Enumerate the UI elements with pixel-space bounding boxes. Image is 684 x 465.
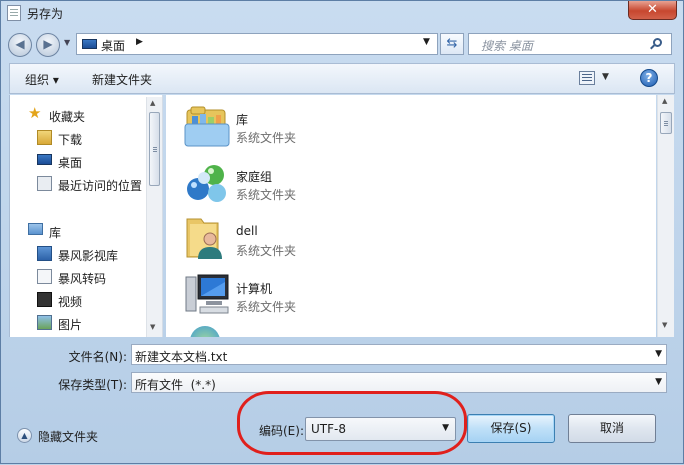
downloads-folder-icon xyxy=(37,130,52,145)
file-type-select[interactable]: 所有文件 (*.*) ▼ xyxy=(131,372,667,393)
recent-locations-dropdown[interactable]: ▼ xyxy=(64,38,70,47)
sidebar-scrollbar[interactable]: ▲ ▼ xyxy=(146,97,162,337)
forward-arrow-icon: ▶ xyxy=(43,37,53,51)
filename-input[interactable]: 新建文本文档.txt ▼ xyxy=(131,344,667,365)
filename-value: 新建文本文档.txt xyxy=(135,350,228,364)
computer-icon xyxy=(185,274,229,314)
toolbar: 组织 ▾ 新建文件夹 ▼ ? xyxy=(9,63,675,94)
navigation-pane: ★ 收藏夹 下载 桌面 最近访问的位置 库 暴风影视库 暴风转码 视频 图片 xyxy=(9,95,163,337)
help-icon[interactable]: ? xyxy=(640,69,658,87)
file-name: 库 xyxy=(236,113,249,127)
encoding-value: UTF-8 xyxy=(311,422,346,436)
search-input[interactable]: 搜索 桌面 xyxy=(468,33,672,55)
scroll-up-icon[interactable]: ▲ xyxy=(150,99,155,107)
sidebar-header-favorites: 收藏夹 xyxy=(49,110,86,124)
file-list: 库 系统文件夹 家庭组 系统文件夹 dell 系统文件夹 计算机 系统文件夹 xyxy=(166,95,656,337)
sidebar-item-label: 图片 xyxy=(58,318,83,332)
star-icon: ★ xyxy=(28,104,42,122)
user-folder-icon xyxy=(186,218,222,259)
file-type-value: 所有文件 (*.*) xyxy=(135,378,216,392)
file-item-dell[interactable]: dell 系统文件夹 xyxy=(166,213,646,265)
save-button[interactable]: 保存(S) xyxy=(467,414,555,443)
file-name: 家庭组 xyxy=(236,170,273,184)
breadcrumb-arrow-icon[interactable]: ▶ xyxy=(136,37,143,47)
sidebar-item-label: 暴风影视库 xyxy=(58,249,119,263)
notepad-icon xyxy=(7,5,21,21)
sidebar-item-label: 下载 xyxy=(58,133,83,147)
file-item-library[interactable]: 库 系统文件夹 xyxy=(166,100,646,152)
sidebar-item-label: 最近访问的位置 xyxy=(58,179,143,193)
file-type: 系统文件夹 xyxy=(236,188,297,202)
collapse-up-icon: ▲ xyxy=(17,428,32,443)
file-list-scrollbar[interactable]: ▲ ▼ xyxy=(657,95,674,337)
file-item-computer[interactable]: 计算机 系统文件夹 xyxy=(166,269,646,321)
sidebar-item-label: 暴风转码 xyxy=(58,272,107,286)
refresh-button[interactable]: ⇆ xyxy=(440,33,464,55)
sidebar-item-label: 视频 xyxy=(58,295,83,309)
scroll-down-icon[interactable]: ▼ xyxy=(150,323,155,331)
back-arrow-icon: ◀ xyxy=(15,37,25,51)
encoding-label: 编码(E): xyxy=(259,424,304,438)
save-as-dialog: 另存为 ✕ ◀ ▶ ▼ 桌面 ▶ ▼ ⇆ 搜索 桌面 组织 ▾ 新建文件夹 ▼ … xyxy=(0,0,684,464)
scroll-up-icon[interactable]: ▲ xyxy=(662,97,667,105)
sidebar-header-libraries: 库 xyxy=(49,226,62,240)
sidebar-scroll-thumb[interactable] xyxy=(149,112,160,186)
file-name: 计算机 xyxy=(236,282,273,296)
view-dropdown-icon[interactable]: ▼ xyxy=(602,72,609,82)
document-library-icon xyxy=(37,269,52,284)
recent-places-icon xyxy=(37,176,52,191)
video-library-icon xyxy=(37,292,52,307)
title-bar: 另存为 ✕ xyxy=(1,1,683,25)
back-button[interactable]: ◀ xyxy=(8,33,32,57)
save-options-panel: 文件名(N): 新建文本文档.txt ▼ 保存类型(T): 所有文件 (*.*)… xyxy=(1,337,683,465)
filename-label: 文件名(N): xyxy=(68,350,127,364)
media-library-icon xyxy=(37,246,52,261)
file-type-dropdown-icon[interactable]: ▼ xyxy=(655,377,662,387)
network-icon xyxy=(190,326,220,337)
cancel-button[interactable]: 取消 xyxy=(568,414,656,443)
address-bar[interactable]: 桌面 ▶ ▼ xyxy=(76,33,438,55)
grip-icon xyxy=(664,121,668,122)
close-button[interactable]: ✕ xyxy=(628,1,677,20)
file-item-homegroup[interactable]: 家庭组 系统文件夹 xyxy=(166,157,646,209)
file-type: 系统文件夹 xyxy=(236,244,297,258)
breadcrumb-desktop[interactable]: 桌面 xyxy=(101,37,125,54)
window-title: 另存为 xyxy=(27,7,64,21)
organize-menu[interactable]: 组织 ▾ xyxy=(25,71,59,88)
file-type: 系统文件夹 xyxy=(236,300,297,314)
file-scroll-thumb[interactable] xyxy=(660,112,672,134)
library-icon xyxy=(184,106,230,147)
desktop-icon xyxy=(82,39,97,49)
address-dropdown-icon[interactable]: ▼ xyxy=(423,37,430,47)
homegroup-icon xyxy=(187,165,226,202)
search-icon[interactable] xyxy=(653,38,662,47)
refresh-icon: ⇆ xyxy=(446,36,458,51)
view-options-icon[interactable] xyxy=(579,71,595,85)
file-type-label: 保存类型(T): xyxy=(58,378,127,392)
hide-folders-label: 隐藏文件夹 xyxy=(38,430,99,444)
forward-button[interactable]: ▶ xyxy=(36,33,60,57)
library-icon xyxy=(28,223,43,235)
file-type: 系统文件夹 xyxy=(236,131,297,145)
grip-icon xyxy=(153,147,157,148)
encoding-select[interactable]: UTF-8 ▼ xyxy=(305,417,456,441)
file-name: dell xyxy=(236,224,258,238)
picture-library-icon xyxy=(37,315,52,330)
new-folder-button[interactable]: 新建文件夹 xyxy=(92,71,152,88)
sidebar-item-label: 桌面 xyxy=(58,156,83,170)
filename-dropdown-icon[interactable]: ▼ xyxy=(655,349,662,359)
search-placeholder: 搜索 桌面 xyxy=(481,39,533,53)
scroll-down-icon[interactable]: ▼ xyxy=(662,321,667,329)
desktop-icon xyxy=(37,154,52,165)
encoding-dropdown-icon[interactable]: ▼ xyxy=(442,423,449,433)
